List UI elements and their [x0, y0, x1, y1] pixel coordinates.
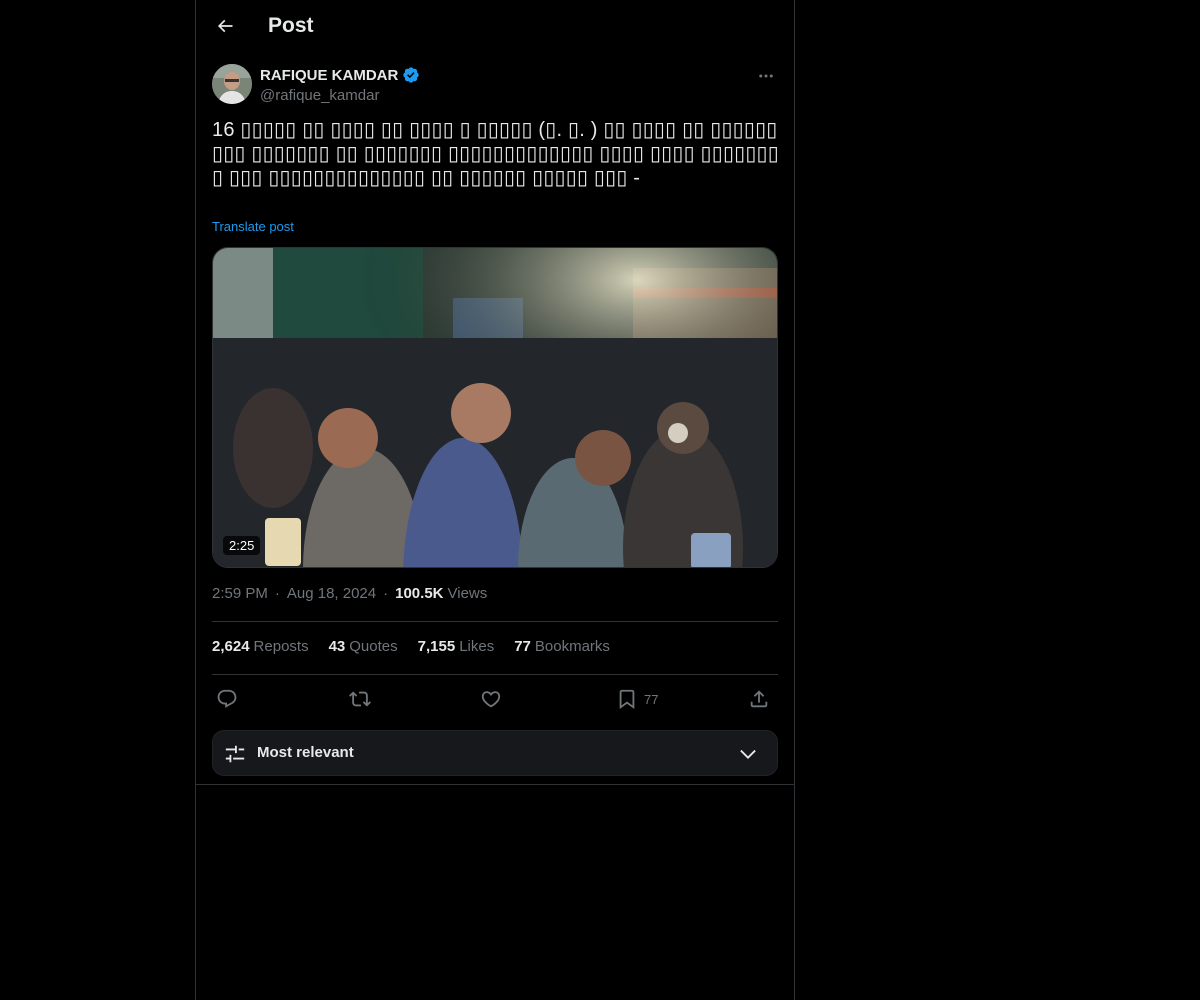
post-text: 16 ▯▯▯▯▯ ▯▯ ▯▯▯▯ ▯▯ ▯▯▯▯ ▯ ▯▯▯▯▯ (▯. ▯. …: [212, 119, 779, 189]
post-time[interactable]: 2:59 PM: [212, 585, 268, 602]
more-button[interactable]: [754, 64, 778, 88]
repost-button[interactable]: [349, 684, 371, 714]
stat-reposts[interactable]: 2,624 Reposts: [212, 638, 309, 655]
divider: [196, 784, 794, 785]
more-icon: [759, 74, 773, 78]
bookmark-icon: [619, 689, 635, 710]
bookmark-button[interactable]: 77: [616, 684, 658, 714]
post-header: Post: [196, 0, 794, 53]
bookmark-count: 77: [644, 691, 659, 707]
avatar[interactable]: [212, 64, 252, 104]
stat-likes[interactable]: 7,155 Likes: [418, 638, 495, 655]
page-title: Post: [268, 14, 314, 37]
views-count: 100.5K: [395, 585, 444, 602]
author-handle[interactable]: @rafique_kamdar: [260, 87, 379, 104]
back-button[interactable]: [208, 9, 242, 43]
stat-bookmarks[interactable]: 77 Bookmarks: [514, 638, 610, 655]
video-player[interactable]: 2:25: [212, 247, 778, 568]
post-column: Post RAFIQUE KAMDAR @rafique_kamdar 16 ▯…: [195, 0, 795, 1000]
translate-post-link[interactable]: Translate post: [212, 219, 294, 234]
chevron-down-icon: [740, 749, 756, 759]
video-duration: 2:25: [223, 536, 261, 555]
author-block: RAFIQUE KAMDAR @rafique_kamdar: [212, 64, 778, 108]
reply-sort-selector[interactable]: Most relevant: [212, 730, 778, 776]
sort-label: Most relevant: [257, 744, 354, 761]
filter-sliders-icon: [225, 745, 245, 763]
divider: [212, 674, 778, 675]
share-button[interactable]: [748, 684, 770, 714]
post-meta: 2:59 PM · Aug 18, 2024 · 100.5K Views: [212, 585, 488, 602]
reply-icon: [217, 689, 237, 708]
views-label: Views: [447, 585, 488, 602]
stat-quotes[interactable]: 43 Quotes: [329, 638, 398, 655]
like-button[interactable]: [480, 684, 502, 714]
author-name-row[interactable]: RAFIQUE KAMDAR: [260, 66, 420, 84]
video-thumbnail: [213, 248, 777, 567]
repost-icon: [349, 691, 371, 707]
action-bar: 77: [212, 684, 778, 714]
verified-badge-icon: [403, 67, 420, 83]
engagement-stats: 2,624 Reposts 43 Quotes 7,155 Likes 77 Bookm…: [212, 638, 778, 655]
author-name[interactable]: RAFIQUE KAMDAR: [260, 67, 398, 84]
post-date[interactable]: Aug 18, 2024: [287, 585, 376, 602]
like-icon: [481, 691, 501, 708]
divider: [212, 621, 778, 622]
share-icon: [750, 690, 768, 708]
back-arrow-icon: [217, 19, 233, 33]
reply-button[interactable]: [216, 684, 238, 714]
